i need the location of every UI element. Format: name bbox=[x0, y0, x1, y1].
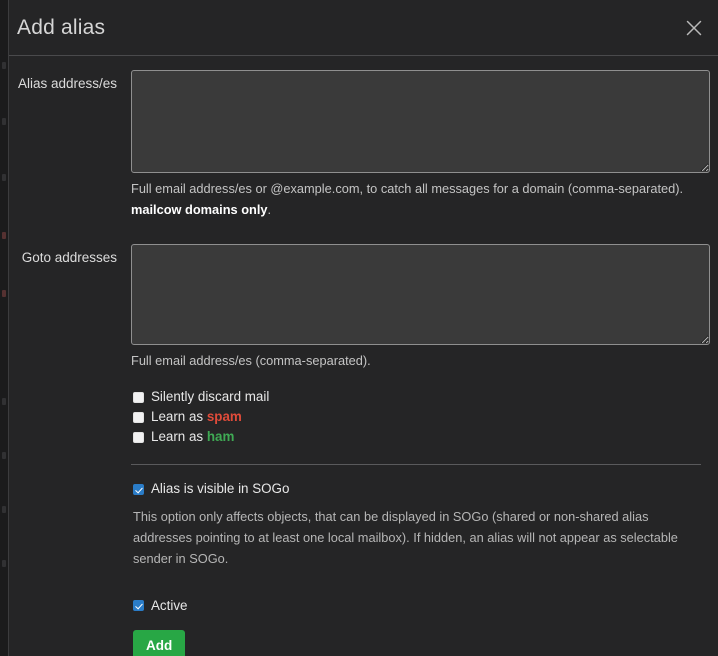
learn-as-ham-checkbox[interactable] bbox=[133, 431, 144, 443]
alias-address-control: Full email address/es or @example.com, t… bbox=[131, 70, 710, 220]
alias-visible-in-sogo-checkbox[interactable] bbox=[133, 483, 144, 495]
checkbox-row-learn-as-spam[interactable]: Learn as spam bbox=[133, 407, 710, 427]
checkbox-row-learn-as-ham[interactable]: Learn as ham bbox=[133, 427, 710, 447]
goto-address-control: Full email address/es (comma-separated). bbox=[131, 244, 710, 372]
silently-discard-mail-label[interactable]: Silently discard mail bbox=[151, 390, 269, 404]
alias-address-input[interactable] bbox=[131, 70, 710, 173]
modal-body: Alias address/es Full email address/es o… bbox=[9, 56, 718, 656]
learn-as-spam-label[interactable]: Learn as spam bbox=[151, 410, 242, 423]
active-label[interactable]: Active bbox=[151, 599, 187, 613]
alias-address-row: Alias address/es Full email address/es o… bbox=[9, 70, 710, 220]
options-row: Silently discard mail Learn as spam Lear… bbox=[9, 372, 710, 656]
goto-address-label: Goto addresses bbox=[21, 250, 117, 266]
modal-header: Add alias bbox=[9, 0, 718, 56]
sogo-description: This option only affects objects, that c… bbox=[133, 509, 678, 566]
close-icon[interactable] bbox=[681, 15, 707, 41]
section-divider bbox=[131, 464, 701, 466]
alias-help-suffix: . bbox=[267, 201, 272, 217]
learn-as-spam-checkbox[interactable] bbox=[133, 411, 144, 423]
options-label-spacer bbox=[9, 372, 131, 377]
active-checkbox[interactable] bbox=[133, 600, 144, 612]
background-left-sliver bbox=[0, 0, 8, 656]
goto-address-help: Full email address/es (comma-separated). bbox=[131, 353, 371, 369]
alias-visible-in-sogo-label[interactable]: Alias is visible in SOGo bbox=[151, 482, 289, 496]
goto-address-row: Goto addresses Full email address/es (co… bbox=[9, 244, 710, 372]
options-control: Silently discard mail Learn as spam Lear… bbox=[131, 372, 710, 656]
learn-as-spam-accent: spam bbox=[206, 409, 242, 425]
learn-as-ham-label-prefix: Learn as bbox=[151, 429, 207, 445]
alias-help-bold: mailcow domains only bbox=[131, 201, 268, 217]
checkbox-row-alias-visible-in-sogo[interactable]: Alias is visible in SOGo bbox=[133, 479, 710, 499]
alias-address-label: Alias address/es bbox=[17, 76, 117, 91]
learn-as-ham-label[interactable]: Learn as ham bbox=[151, 430, 234, 443]
active-block: Active Add bbox=[131, 596, 710, 656]
add-button[interactable]: Add bbox=[133, 629, 186, 656]
page-title: Add alias bbox=[17, 15, 106, 39]
checkbox-row-active[interactable]: Active bbox=[133, 596, 710, 616]
learn-as-spam-label-prefix: Learn as bbox=[151, 409, 207, 425]
learn-as-ham-accent: ham bbox=[206, 429, 235, 445]
alias-address-help: Full email address/es or @example.com, t… bbox=[131, 179, 701, 220]
add-alias-modal: Add alias Alias address/es Full email ad… bbox=[8, 0, 718, 656]
checkbox-row-silently-discard-mail[interactable]: Silently discard mail bbox=[133, 387, 710, 407]
silently-discard-mail-checkbox[interactable] bbox=[133, 391, 144, 403]
alias-help-prefix: Full email address/es or @example.com, t… bbox=[131, 181, 684, 196]
goto-address-input[interactable] bbox=[131, 244, 710, 346]
